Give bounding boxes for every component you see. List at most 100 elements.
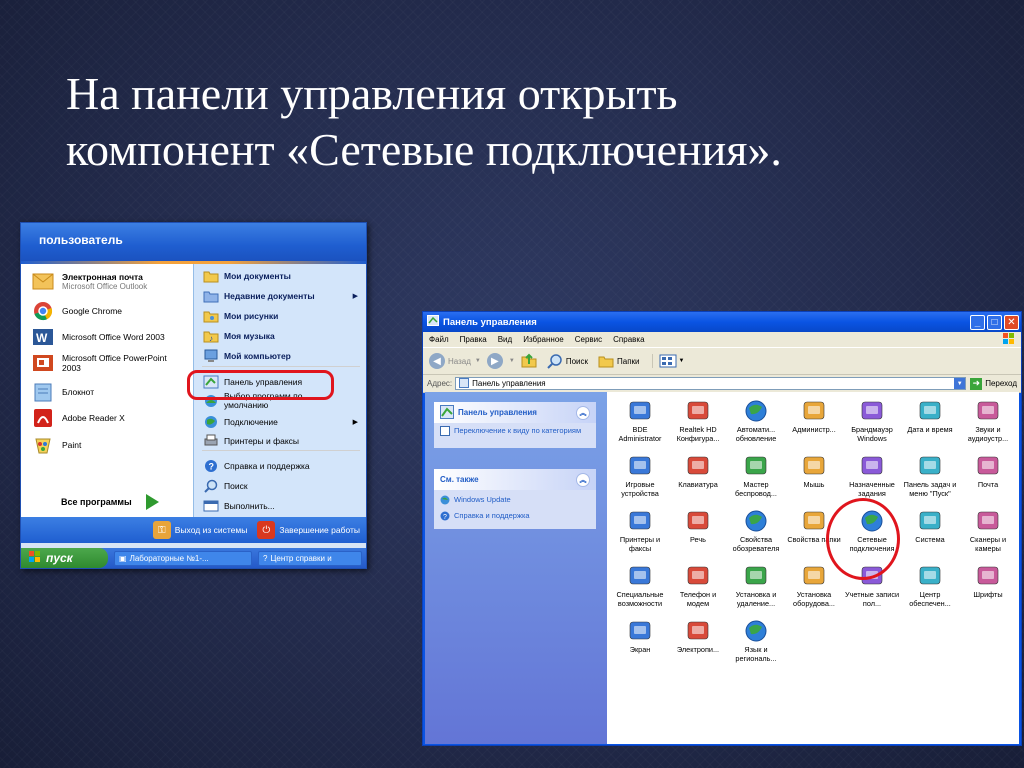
start-item-powerpoint[interactable]: Microsoft Office PowerPoint 2003 [31,352,187,374]
switch-category-view-link[interactable]: Переключение к виду по категориям [434,423,596,448]
cp-item-mail[interactable]: Почта [959,454,1017,489]
svg-text:W: W [36,331,48,345]
start-item-my-pictures[interactable]: Мои рисунки [202,308,362,324]
cp-item-taskbar[interactable]: Панель задач и меню "Пуск" [901,454,959,498]
help-support-link[interactable]: ? Справка и поддержка [434,508,596,529]
taskbar-item-presentation-label: Лабораторные №1-... [129,553,209,563]
window-title-bar[interactable]: Панель управления _ □ ✕ [423,312,1021,332]
windows-update-link[interactable]: Windows Update [434,490,596,508]
menu-help[interactable]: Справка [613,335,644,344]
start-item-search[interactable]: Поиск [202,478,362,494]
all-programs-button[interactable]: Все программы [61,494,159,510]
cp-item-mouse[interactable]: Мышь [785,454,843,489]
start-item-recent-documents[interactable]: Недавние документы ▶ [202,288,362,304]
logoff-button[interactable]: ⚿ Выход из системы [152,521,248,539]
up-folder-button[interactable] [521,352,537,370]
taskbar-item-help-center[interactable]: ? Центр справки и [258,550,362,566]
cp-item-admin-tools[interactable]: Администр... [785,399,843,434]
firewall-icon [861,401,883,420]
cp-item-speech[interactable]: Речь [669,509,727,544]
cp-item-label: Экран [629,645,651,654]
cp-item-speaker[interactable]: Realtek HD Конфигура... [669,399,727,443]
collapse-icon[interactable]: ︽ [576,406,590,420]
cp-item-label: Realtek HD Конфигура... [676,425,720,443]
cp-item-hardware[interactable]: Установка оборудова... [785,564,843,608]
maximize-button[interactable]: □ [987,314,1002,330]
address-dropdown-button[interactable]: ▼ [954,378,966,389]
cp-item-sound[interactable]: Звуки и аудиоустр... [959,399,1017,443]
keyboard-icon [687,456,709,475]
menu-favorites[interactable]: Избранное [523,335,564,344]
cp-item-firewall[interactable]: Брандмауэр Windows [843,399,901,443]
cp-item-display[interactable]: Экран [611,619,669,654]
cp-item-scheduled-tasks[interactable]: Назначенные задания [843,454,901,498]
powerpoint-icon [31,352,55,374]
cp-item-label: Центр обеспечен... [909,590,951,608]
start-item-run[interactable]: Выполнить... [202,498,362,514]
menu-tools[interactable]: Сервис [575,335,602,344]
minimize-button[interactable]: _ [970,314,985,330]
address-label: Адрес: [427,379,453,388]
shutdown-button[interactable]: ⏻ Завершение работы [257,521,360,539]
start-item-my-documents[interactable]: Мои документы [202,268,362,284]
cp-item-globe[interactable]: Свойства обозревателя [727,509,785,553]
cp-item-label: Установка и удаление... [735,590,777,608]
cp-item-add-remove[interactable]: Установка и удаление... [727,564,785,608]
start-item-my-computer[interactable]: Мой компьютер [202,348,362,364]
menu-file[interactable]: Файл [429,335,449,344]
control-panel-window: Панель управления _ □ ✕ Файл Правка Вид … [422,311,1022,746]
cp-item-printer[interactable]: Принтеры и факсы [611,509,669,553]
start-item-printers[interactable]: Принтеры и факсы [202,433,362,449]
cp-item-security-shield[interactable]: Центр обеспечен... [901,564,959,608]
folders-icon [598,356,614,368]
back-button[interactable]: ◀ Назад ▼ [429,353,481,369]
cp-item-phone[interactable]: Телефон и модем [669,564,727,608]
arrow-right-icon [145,494,159,510]
start-item-paint[interactable]: Paint [31,434,81,456]
cp-item-wireless[interactable]: Мастер беспровод... [727,454,785,498]
menu-edit[interactable]: Правка [460,335,487,344]
start-item-email[interactable]: Электронная почта Microsoft Office Outloo… [31,270,147,292]
start-button[interactable]: пуск [21,548,108,568]
cp-item-system[interactable]: Система [901,509,959,544]
start-item-chrome[interactable]: Google Chrome [31,300,122,322]
forward-button[interactable]: ▶ [486,353,503,369]
cp-item-region-globe[interactable]: Язык и региональ... [727,619,785,663]
start-item-help-label: Справка и поддержка [224,461,310,471]
menu-view[interactable]: Вид [498,335,512,344]
search-button[interactable]: Поиск [547,353,588,369]
go-button[interactable]: ➜ Переход [970,377,1017,390]
control-panel-icon-grid: BDE Administrator Realtek HD Конфигура...… [607,392,1019,744]
cp-item-label: Мастер беспровод... [735,480,777,498]
start-item-my-music[interactable]: ♪ Моя музыка [202,328,362,344]
taskbar-item-presentation[interactable]: ▣ Лабораторные №1-... [114,550,252,566]
cp-item-bde[interactable]: BDE Administrator [611,399,669,443]
start-item-adobe-reader[interactable]: Adobe Reader X [31,407,125,429]
help-icon: ? [202,458,220,474]
address-input[interactable]: Панель управления ▼ [455,377,967,390]
logoff-label: Выход из системы [174,525,248,535]
start-item-connect[interactable]: Подключение ▶ [202,414,362,430]
outlook-icon [31,270,55,292]
cp-item-clock[interactable]: Дата и время [901,399,959,434]
start-item-word[interactable]: W Microsoft Office Word 2003 [31,326,165,348]
cp-item-accessibility[interactable]: Специальные возможности [611,564,669,608]
pane-header-see-also[interactable]: См. также ︽ [434,469,596,490]
pane-header-control-panel[interactable]: Панель управления ︽ [434,402,596,423]
cp-item-scanner[interactable]: Сканеры и камеры [959,509,1017,553]
cp-item-keyboard[interactable]: Клавиатура [669,454,727,489]
start-item-notepad[interactable]: Блокнот [31,381,94,403]
cp-item-label: Сканеры и камеры [969,535,1007,553]
slide-title-line-1: На панели управления открыть [66,68,678,119]
cp-item-fonts[interactable]: Шрифты [959,564,1017,599]
cp-item-gamepad[interactable]: Игровые устройства [611,454,669,498]
start-item-help[interactable]: ? Справка и поддержка [202,458,362,474]
views-button[interactable]: ▼ [651,354,684,368]
cp-item-globe-update[interactable]: Автомати... обновление [727,399,785,443]
cp-item-power[interactable]: Электропи... [669,619,727,654]
start-item-notepad-label: Блокнот [62,387,95,397]
close-button[interactable]: ✕ [1004,314,1019,330]
cp-item-label: Установка оборудова... [793,590,835,608]
folders-button[interactable]: Папки [598,353,640,369]
collapse-icon[interactable]: ︽ [576,473,590,487]
